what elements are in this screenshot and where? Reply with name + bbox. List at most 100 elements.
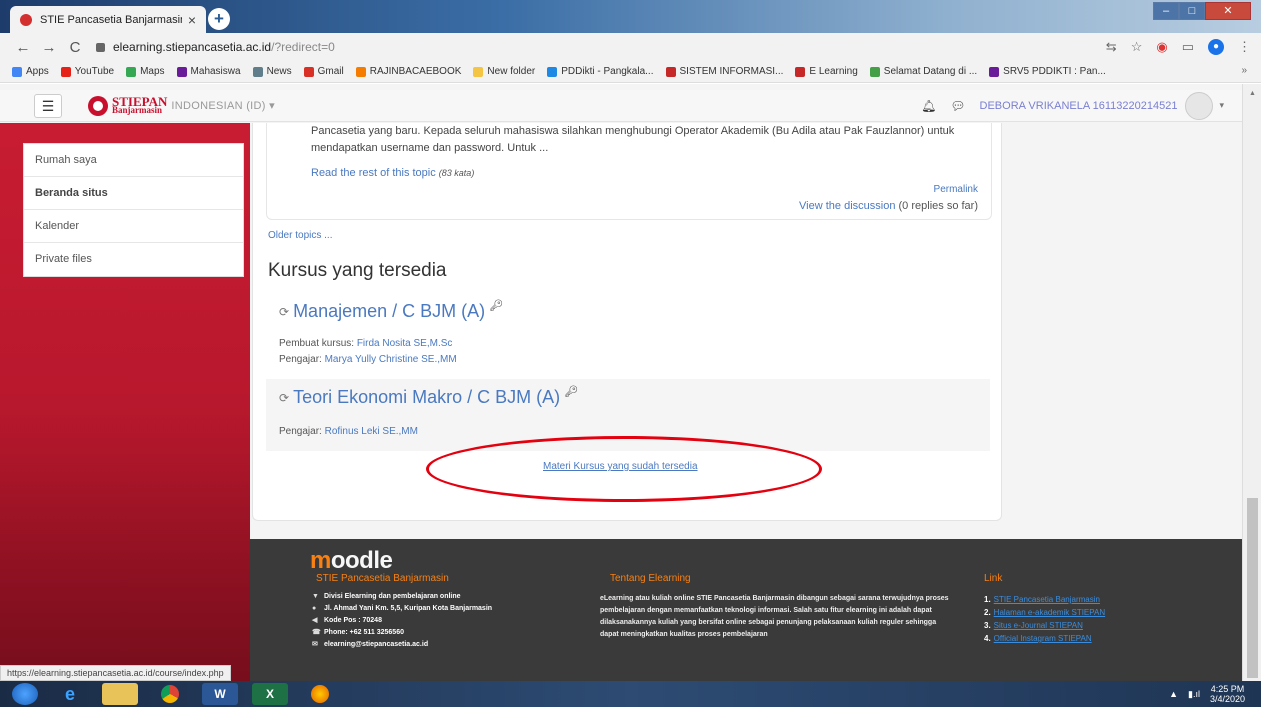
main-content: Pancasetia yang baru. Kepada seluruh mah… [252,123,1002,521]
bookmark-label: Apps [26,66,49,77]
bookmark-label: SRV5 PDDIKTI : Pan... [1003,66,1106,77]
tab-close-button[interactable]: × [188,12,196,28]
clock[interactable]: 4:25 PM 3/4/2020 [1210,684,1245,704]
post-excerpt: Pancasetia yang baru. Kepada seluruh mah… [311,123,981,157]
bookmark-favicon-icon [60,66,71,77]
sidebar-item[interactable]: Rumah saya [24,144,243,177]
bookmark-item[interactable]: Mahasiswa [176,66,241,77]
firefox-icon[interactable] [302,683,338,705]
bookmark-item[interactable]: E Learning [795,66,858,77]
maximize-button[interactable]: □ [1179,2,1205,20]
footer-about-text: eLearning atau kuliah online STIE Pancas… [600,595,949,638]
url-input[interactable]: elearning.stiepancasetia.ac.id/?redirect… [96,40,1106,54]
sidebar-item[interactable]: Beranda situs [24,177,243,210]
avatar[interactable] [1185,91,1214,120]
bookmark-item[interactable]: Gmail [303,66,344,77]
bookmark-label: PDDikti - Pangkala... [561,66,654,77]
hamburger-menu-button[interactable]: ☰ [34,93,62,118]
read-more-label: Read the rest of this topic [311,167,436,179]
older-topics-link[interactable]: Older topics ... [268,230,332,241]
language-menu[interactable]: INDONESIAN (ID) ▾ [171,99,275,112]
chrome-icon[interactable] [152,683,188,705]
bookmark-item[interactable]: SRV5 PDDIKTI : Pan... [989,66,1106,77]
scroll-up-icon[interactable]: ▲ [1249,90,1256,97]
ie-icon[interactable]: e [52,683,88,705]
profile-icon[interactable]: ● [1208,39,1224,55]
site-logo[interactable]: STIEPAN Banjarmasin [88,95,167,116]
new-tab-button[interactable]: + [208,8,230,30]
browser-tab[interactable]: STIE Pancasetia Banjarmasin × [10,6,206,33]
user-name[interactable]: DEBORA VRIKANELA 16113220214521 [980,100,1178,112]
logo-line2: Banjarmasin [112,104,163,115]
course-title-link[interactable]: Manajemen / C BJM (A) [293,301,485,322]
bookmark-favicon-icon [795,66,806,77]
permalink-link[interactable]: Permalink [934,184,978,195]
page-scrollbar[interactable]: ▲ [1242,84,1261,681]
translate-icon[interactable]: ⇆ [1106,39,1117,55]
footer-contact: ▼ Divisi Elearning dan pembelajaran onlin… [312,591,492,651]
bookmark-label: Maps [140,66,165,77]
scrollbar-thumb[interactable] [1247,498,1258,678]
extension-icon[interactable]: ◉ [1156,39,1167,55]
bookmark-item[interactable]: RAJINBACAEBOOK [355,66,461,77]
map-marker-icon: ● [312,605,317,612]
word-icon[interactable]: W [202,683,238,705]
network-icon[interactable]: ▮.ıl [1188,689,1200,700]
bookmark-item[interactable]: Selamat Datang di ... [869,66,977,77]
teacher-link[interactable]: Rofinus Leki SE.,MM [325,426,418,437]
back-button[interactable]: ← [10,39,36,56]
available-courses-heading: Kursus yang tersedia [268,260,447,281]
windows-taskbar: e W X ▲ ▮.ıl 4:25 PM 3/4/2020 [0,681,1261,707]
excel-icon[interactable]: X [252,683,288,705]
contact-line: Jl. Ahmad Yani Km. 5,5, Kuripan Kota Ban… [324,605,493,612]
chevron-down-icon[interactable]: ▾ [1219,100,1224,111]
sidebar-item[interactable]: Kalender [24,210,243,243]
bell-icon[interactable]: 🔔︎ [921,99,936,113]
browser-tab-bar: STIE Pancasetia Banjarmasin × + – □ ✕ [0,0,1261,33]
menu-dots-icon[interactable]: ⋮ [1238,39,1251,55]
window-close-button[interactable]: ✕ [1205,2,1251,20]
tray-expand-icon[interactable]: ▲ [1169,689,1178,699]
bookmark-favicon-icon [473,66,484,77]
sidebar-item[interactable]: Private files [24,243,243,276]
footer-link[interactable]: Situs e-Journal STIEPAN [994,621,1083,630]
bookmark-item[interactable]: YouTube [60,66,114,77]
bookmark-item[interactable]: Apps [12,66,49,77]
address-bar: ← → C elearning.stiepancasetia.ac.id/?re… [0,33,1261,61]
bookmark-item[interactable]: PDDikti - Pangkala... [547,66,654,77]
teacher-link[interactable]: Marya Yully Christine SE.,MM [325,354,457,365]
reload-button[interactable]: C [62,39,88,56]
clock-time: 4:25 PM [1210,684,1245,694]
bookmark-favicon-icon [547,66,558,77]
contact-line: Divisi Elearning dan pembelajaran online [324,593,461,600]
location-arrow-icon: ◀ [312,617,318,624]
bookmark-label: New folder [487,66,536,77]
course-title-link[interactable]: Teori Ekonomi Makro / C BJM (A) [293,387,560,408]
read-more-link[interactable]: Read the rest of this topic (83 kata) [311,167,474,179]
bookmark-item[interactable]: SISTEM INFORMASI... [665,66,783,77]
view-discussion-link[interactable]: View the discussion [799,200,895,212]
clock-date: 3/4/2020 [1209,694,1245,704]
bookmark-item[interactable]: New folder [473,66,535,77]
bookmark-favicon-icon [665,66,676,77]
bookmarks-more-button[interactable]: » [1241,65,1247,76]
bookmark-favicon-icon [176,66,187,77]
stiepan-logo-icon [88,95,108,116]
chat-icon[interactable]: 💬︎ [950,99,965,113]
bookmark-item[interactable]: Maps [126,66,165,77]
footer-link[interactable]: STIE Pancasetia Banjarmasin [994,595,1100,604]
file-explorer-icon[interactable] [102,683,138,705]
footer-title-about: Tentang Elearning [610,573,691,584]
minimize-button[interactable]: – [1153,2,1179,20]
bookmark-favicon-icon [126,66,137,77]
creator-link[interactable]: Firda Nosita SE,M.Sc [357,338,453,349]
footer-link[interactable]: Official Instagram STIEPAN [994,634,1092,643]
footer-link[interactable]: Halaman e-akademik STIEPAN [994,608,1105,617]
bookmark-star-icon[interactable]: ☆ [1131,39,1143,55]
forward-button[interactable]: → [36,39,62,56]
cast-icon[interactable]: ▭ [1182,39,1194,55]
guest-access-key-icon: 🔑︎ [564,386,579,398]
start-button[interactable] [12,683,38,705]
footer-title-links: Link [984,573,1003,584]
bookmark-item[interactable]: News [252,66,292,77]
